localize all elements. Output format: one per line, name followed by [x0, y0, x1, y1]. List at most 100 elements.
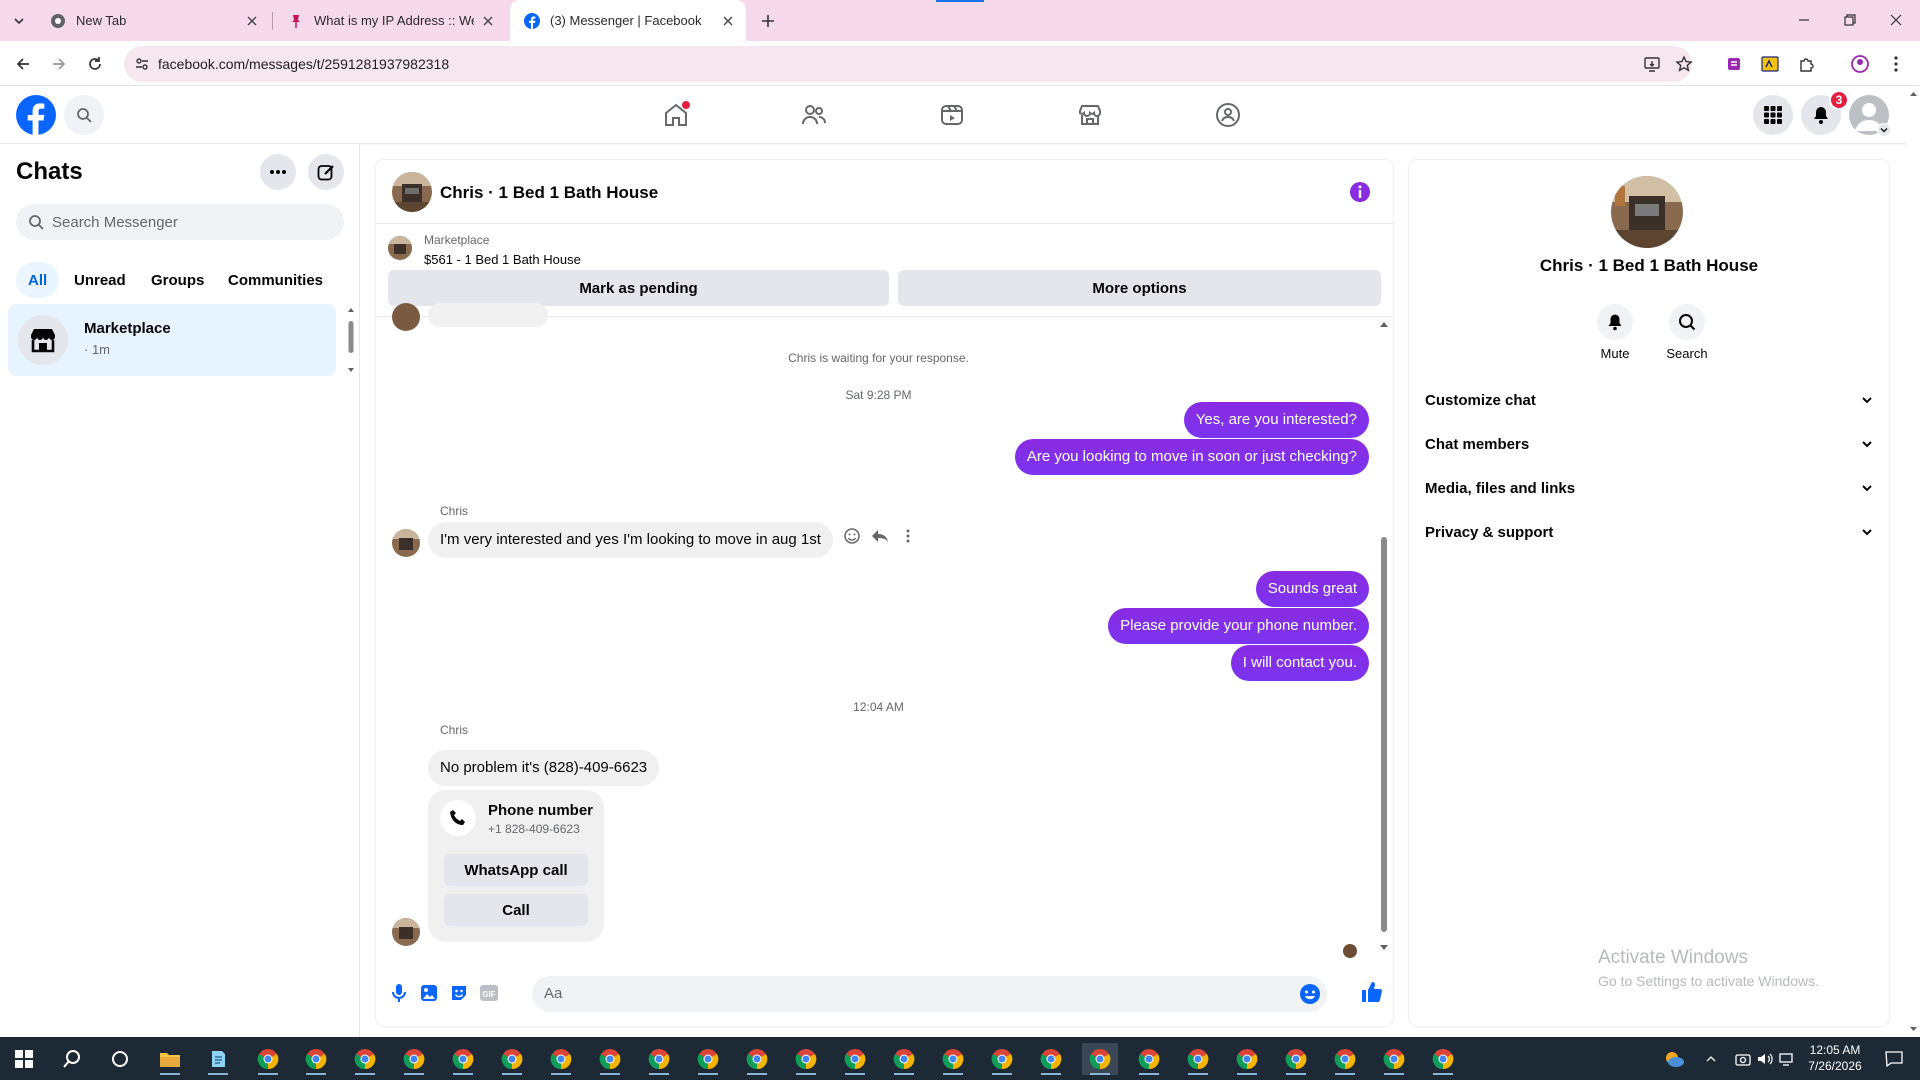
chrome-taskbar-icon[interactable]: [298, 1043, 334, 1075]
nav-groups[interactable]: [1172, 93, 1284, 137]
account-chevron-icon[interactable]: [1877, 123, 1891, 137]
notepad-icon[interactable]: [200, 1043, 236, 1075]
message-thread[interactable]: Chris is waiting for your response. Sat …: [376, 303, 1393, 958]
close-tab-icon[interactable]: [244, 13, 260, 29]
more-options-button[interactable]: More options: [898, 270, 1381, 306]
new-tab-plus-icon[interactable]: [756, 9, 780, 33]
outgoing-message[interactable]: Please provide your phone number.: [1108, 608, 1369, 644]
chat-members-section[interactable]: Chat members: [1425, 422, 1873, 466]
chrome-taskbar-icon[interactable]: [984, 1043, 1020, 1075]
nav-marketplace[interactable]: [1034, 93, 1146, 137]
chrome-taskbar-icon[interactable]: [1229, 1043, 1265, 1075]
extension-purple-icon[interactable]: [1722, 52, 1746, 76]
tab-search-icon[interactable]: [8, 10, 30, 32]
media-files-links-section[interactable]: Media, files and links: [1425, 466, 1873, 510]
chrome-taskbar-icon[interactable]: [396, 1043, 432, 1075]
outgoing-message[interactable]: Yes, are you interested?: [1183, 402, 1369, 438]
bookmark-star-icon[interactable]: [1674, 54, 1694, 74]
volume-icon[interactable]: [1754, 1043, 1776, 1075]
browser-menu-icon[interactable]: [1884, 52, 1908, 76]
chrome-taskbar-icon[interactable]: [347, 1043, 383, 1075]
address-bar[interactable]: facebook.com/messages/t/2591281937982318: [124, 46, 1694, 82]
chrome-taskbar-icon[interactable]: [445, 1043, 481, 1075]
reply-icon[interactable]: [870, 526, 890, 546]
chrome-taskbar-icon[interactable]: [739, 1043, 775, 1075]
file-explorer-icon[interactable]: [152, 1043, 188, 1075]
outgoing-message[interactable]: I will contact you.: [1230, 645, 1369, 681]
restore-icon[interactable]: [1827, 0, 1873, 40]
close-window-icon[interactable]: [1873, 0, 1919, 40]
site-info-icon[interactable]: [134, 56, 150, 72]
chrome-taskbar-icon[interactable]: [592, 1043, 628, 1075]
facebook-logo-icon[interactable]: [16, 95, 56, 135]
nav-friends[interactable]: [758, 93, 870, 137]
mark-as-pending-button[interactable]: Mark as pending: [388, 270, 889, 306]
tab-messenger[interactable]: (3) Messenger | Facebook: [510, 0, 746, 41]
like-thumbs-up-icon[interactable]: [1359, 980, 1383, 1004]
nav-video[interactable]: [896, 93, 1008, 137]
whatsapp-call-button[interactable]: WhatsApp call: [444, 854, 588, 886]
more-actions-icon[interactable]: [898, 526, 918, 546]
tab-new-tab[interactable]: New Tab: [36, 0, 270, 41]
install-app-icon[interactable]: [1642, 54, 1662, 74]
chrome-taskbar-icon[interactable]: [690, 1043, 726, 1075]
conversation-title[interactable]: Chris · 1 Bed 1 Bath House: [440, 183, 658, 203]
chrome-taskbar-icon[interactable]: [641, 1043, 677, 1075]
tray-overflow-chevron-icon[interactable]: [1700, 1043, 1722, 1075]
chrome-taskbar-icon[interactable]: [837, 1043, 873, 1075]
chrome-taskbar-icon[interactable]: [788, 1043, 824, 1075]
menu-button[interactable]: [1753, 95, 1793, 135]
incoming-message[interactable]: No problem it's (828)-409-6623: [428, 750, 660, 786]
taskbar-search-icon[interactable]: [54, 1043, 90, 1075]
photo-attach-icon[interactable]: [418, 982, 440, 1004]
chrome-taskbar-icon[interactable]: [935, 1043, 971, 1075]
profile-icon[interactable]: [1848, 52, 1872, 76]
filter-unread[interactable]: Unread: [62, 262, 138, 298]
emoji-picker-icon[interactable]: [1299, 983, 1321, 1005]
chrome-taskbar-icon[interactable]: [886, 1043, 922, 1075]
conversation-info-icon[interactable]: [1348, 180, 1372, 204]
react-emoji-icon[interactable]: [842, 526, 862, 546]
thread-scrollbar[interactable]: [1377, 317, 1391, 957]
chrome-taskbar-icon[interactable]: [1376, 1043, 1412, 1075]
chrome-taskbar-icon[interactable]: [1180, 1043, 1216, 1075]
sticker-icon[interactable]: [448, 982, 470, 1004]
filter-all[interactable]: All: [16, 262, 60, 298]
back-arrow-icon[interactable]: [8, 49, 38, 79]
chat-list-scrollbar[interactable]: [347, 306, 355, 376]
privacy-support-section[interactable]: Privacy & support: [1425, 510, 1873, 554]
chat-options-button[interactable]: [260, 154, 296, 190]
message-input[interactable]: Aa: [532, 976, 1327, 1012]
chrome-taskbar-icon[interactable]: [543, 1043, 579, 1075]
extensions-puzzle-icon[interactable]: [1795, 52, 1819, 76]
chrome-taskbar-icon[interactable]: [1327, 1043, 1363, 1075]
notification-center-icon[interactable]: [1876, 1043, 1912, 1075]
filter-communities[interactable]: Communities: [216, 262, 335, 298]
contact-avatar[interactable]: [392, 172, 432, 212]
search-in-conversation-action[interactable]: Search: [1657, 304, 1717, 361]
chrome-taskbar-icon-active[interactable]: [1082, 1043, 1118, 1075]
filter-groups[interactable]: Groups: [139, 262, 216, 298]
mute-action[interactable]: Mute: [1585, 304, 1645, 361]
call-button[interactable]: Call: [444, 894, 588, 926]
chrome-taskbar-icon[interactable]: [250, 1043, 286, 1075]
outgoing-message[interactable]: Sounds great: [1255, 571, 1369, 607]
chrome-taskbar-icon[interactable]: [1033, 1043, 1069, 1075]
search-messenger-input[interactable]: Search Messenger: [16, 204, 344, 240]
chrome-taskbar-icon[interactable]: [494, 1043, 530, 1075]
system-clock[interactable]: 12:05 AM 7/26/2026: [1800, 1042, 1870, 1074]
chrome-taskbar-icon[interactable]: [1131, 1043, 1167, 1075]
voice-clip-icon[interactable]: [388, 982, 410, 1004]
outgoing-message[interactable]: Are you looking to move in soon or just …: [1014, 439, 1369, 475]
close-tab-icon[interactable]: [480, 13, 496, 29]
page-scrollbar[interactable]: [1907, 87, 1920, 1037]
forward-arrow-icon[interactable]: [44, 49, 74, 79]
nav-home[interactable]: [620, 93, 732, 137]
chrome-taskbar-icon[interactable]: [1425, 1043, 1461, 1075]
weather-icon[interactable]: [1656, 1043, 1692, 1075]
tab-ip-address[interactable]: What is my IP Address :: WebBr: [274, 0, 506, 41]
extension-yellow-icon[interactable]: [1758, 52, 1782, 76]
customize-chat-section[interactable]: Customize chat: [1425, 378, 1873, 422]
reload-icon[interactable]: [80, 49, 110, 79]
gif-icon[interactable]: GIF: [478, 982, 500, 1004]
